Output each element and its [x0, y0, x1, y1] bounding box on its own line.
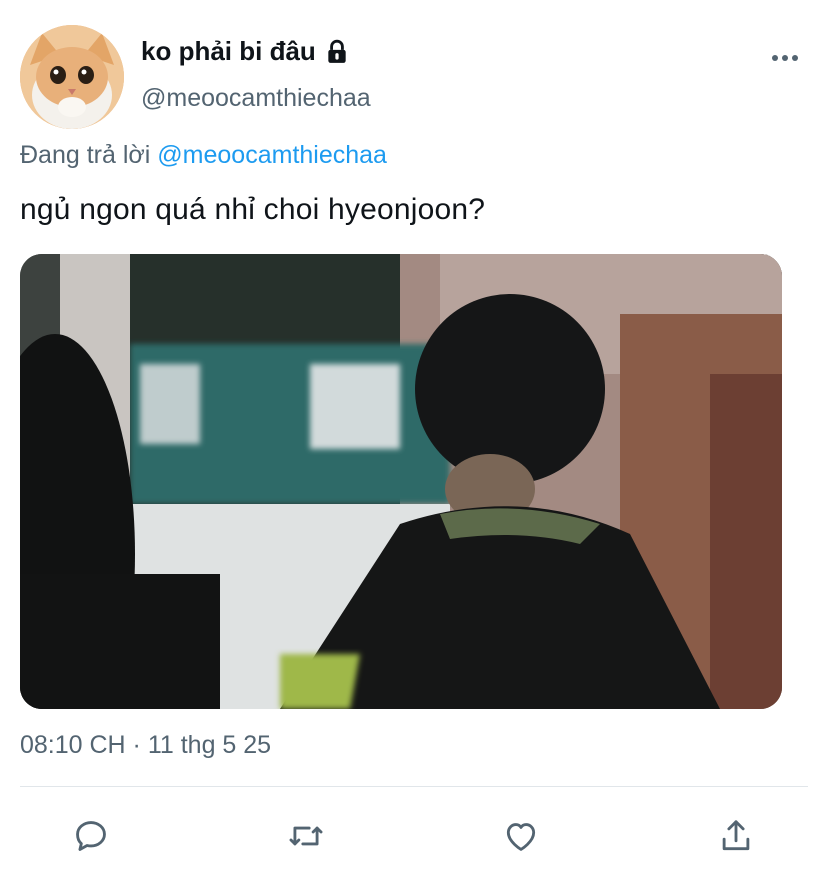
replying-to-label: Đang trả lời	[20, 141, 151, 169]
tweet-timestamp[interactable]: 08:10 CH · 11 thg 5 25	[20, 731, 271, 760]
lock-icon	[324, 39, 350, 65]
replying-to-mention[interactable]: @meoocamthiechaa	[157, 141, 387, 169]
photo-image	[20, 254, 782, 709]
tweet-text: ngủ ngon quá nhỉ choi hyeonjoon?	[20, 193, 486, 226]
cat-avatar-icon	[20, 25, 124, 129]
action-bar	[0, 808, 828, 864]
replying-to: Đang trả lời @meoocamthiechaa	[20, 141, 387, 170]
share-icon[interactable]	[716, 816, 756, 856]
avatar[interactable]	[20, 25, 124, 129]
display-name[interactable]: ko phải bi đâu	[141, 36, 350, 67]
more-options-icon[interactable]	[770, 48, 800, 68]
divider	[20, 786, 808, 787]
tweet-photo[interactable]	[20, 254, 782, 709]
user-handle[interactable]: @meoocamthiechaa	[141, 84, 371, 113]
display-name-text: ko phải bi đâu	[141, 36, 316, 66]
heart-icon[interactable]	[501, 816, 541, 856]
reply-icon[interactable]	[71, 816, 111, 856]
retweet-icon[interactable]	[286, 816, 326, 856]
